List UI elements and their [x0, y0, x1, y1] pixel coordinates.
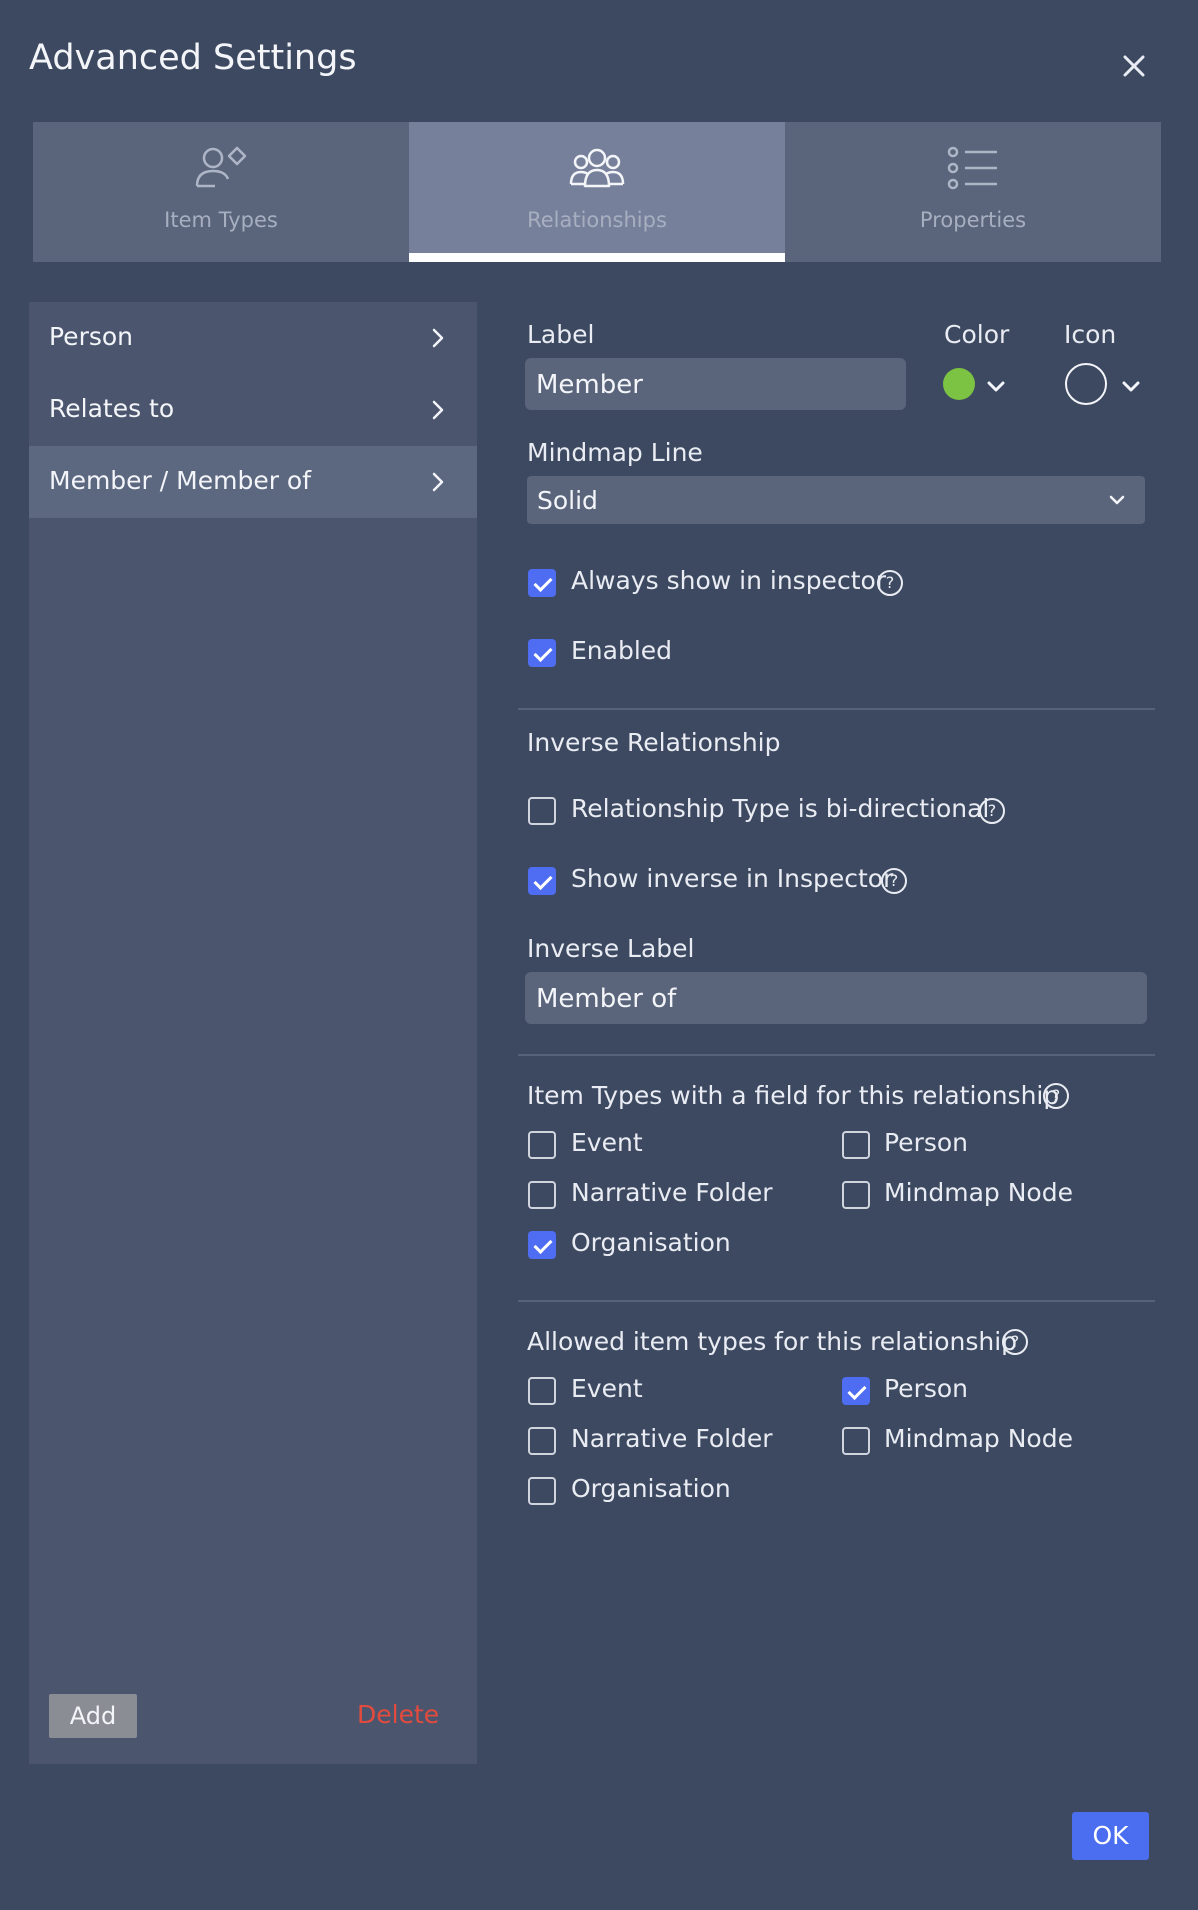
list-item-label: Relates to — [49, 394, 175, 423]
relationship-item-relates-to[interactable]: Relates to — [29, 374, 477, 446]
color-heading: Color — [944, 320, 1010, 349]
inverse-relationship-heading: Inverse Relationship — [527, 728, 781, 757]
field-type-person-checkbox[interactable] — [842, 1131, 870, 1159]
chevron-right-icon — [432, 472, 444, 492]
person-diamond-icon — [195, 146, 247, 188]
icon-chevron-down-icon[interactable] — [1120, 375, 1142, 397]
allowed-type-event-checkbox[interactable] — [528, 1377, 556, 1405]
allowed-type-mindmap-node-checkbox[interactable] — [842, 1427, 870, 1455]
label-heading: Label — [527, 320, 595, 349]
chevron-down-icon — [1109, 495, 1125, 505]
help-icon[interactable]: ? — [979, 798, 1005, 824]
dialog-title: Advanced Settings — [29, 38, 357, 78]
always-show-checkbox[interactable] — [528, 569, 556, 597]
field-type-mindmap-node-checkbox[interactable] — [842, 1181, 870, 1209]
inverse-label-input[interactable]: Member of — [525, 972, 1147, 1024]
field-type-event-label[interactable]: Event — [571, 1128, 643, 1157]
section-divider — [518, 1054, 1155, 1056]
chevron-right-icon — [432, 328, 444, 348]
icon-heading: Icon — [1064, 320, 1117, 349]
active-tab-indicator — [409, 253, 785, 262]
icon-picker-circle[interactable] — [1065, 363, 1107, 405]
inverse-label-value: Member of — [536, 984, 677, 1014]
mindmap-line-heading: Mindmap Line — [527, 438, 703, 467]
delete-button[interactable]: Delete — [357, 1700, 439, 1729]
allowed-type-mindmap-node-label[interactable]: Mindmap Node — [884, 1424, 1073, 1453]
help-icon[interactable]: ? — [1043, 1083, 1069, 1109]
tab-properties-label: Properties — [919, 208, 1027, 232]
mindmap-line-select[interactable]: Solid — [527, 476, 1145, 524]
relationship-item-person[interactable]: Person — [29, 302, 477, 374]
people-group-icon — [569, 148, 625, 188]
chevron-right-icon — [432, 400, 444, 420]
section-divider — [518, 1300, 1155, 1302]
field-type-person-label[interactable]: Person — [884, 1128, 968, 1157]
list-item-label: Member / Member of — [49, 466, 312, 495]
list-item-label: Person — [49, 322, 134, 351]
field-type-organisation-checkbox[interactable] — [528, 1231, 556, 1259]
allowed-type-narrative-folder-label[interactable]: Narrative Folder — [571, 1424, 773, 1453]
label-input[interactable]: Member — [525, 358, 906, 410]
tab-relationships[interactable]: Relationships — [409, 122, 785, 262]
help-icon[interactable]: ? — [1002, 1329, 1028, 1355]
show-inverse-checkbox[interactable] — [528, 867, 556, 895]
help-icon[interactable]: ? — [877, 570, 903, 596]
always-show-label[interactable]: Always show in inspector — [571, 566, 886, 595]
tab-relationships-label: Relationships — [527, 208, 667, 232]
allowed-type-person-checkbox[interactable] — [842, 1377, 870, 1405]
enabled-label[interactable]: Enabled — [571, 636, 672, 665]
advanced-settings-dialog: Advanced Settings Item Types Relationshi… — [0, 0, 1198, 1910]
inverse-label-heading: Inverse Label — [527, 934, 695, 963]
color-chevron-down-icon[interactable] — [985, 375, 1007, 397]
field-type-event-checkbox[interactable] — [528, 1131, 556, 1159]
label-input-value: Member — [536, 370, 643, 400]
color-swatch[interactable] — [943, 368, 975, 400]
field-type-organisation-label[interactable]: Organisation — [571, 1228, 731, 1257]
add-button[interactable]: Add — [49, 1694, 137, 1738]
bidirectional-label[interactable]: Relationship Type is bi-directional — [571, 794, 989, 823]
allowed-type-person-label[interactable]: Person — [884, 1374, 968, 1403]
allowed-type-organisation-label[interactable]: Organisation — [571, 1474, 731, 1503]
tab-properties[interactable]: Properties — [785, 122, 1161, 262]
enabled-checkbox[interactable] — [528, 639, 556, 667]
relationship-list-panel: Person Relates to Member / Member of Add… — [29, 302, 477, 1764]
allowed-type-organisation-checkbox[interactable] — [528, 1477, 556, 1505]
relationship-item-member[interactable]: Member / Member of — [29, 446, 477, 518]
allowed-type-event-label[interactable]: Event — [571, 1374, 643, 1403]
allowed-types-heading: Allowed item types for this relationship — [527, 1327, 1018, 1356]
list-icon — [947, 146, 997, 190]
section-divider — [518, 708, 1155, 710]
mindmap-line-value: Solid — [537, 486, 598, 515]
bidirectional-checkbox[interactable] — [528, 797, 556, 825]
tab-bar: Item Types Relationships Properties — [33, 122, 1161, 262]
field-type-narrative-folder-label[interactable]: Narrative Folder — [571, 1178, 773, 1207]
allowed-type-narrative-folder-checkbox[interactable] — [528, 1427, 556, 1455]
close-icon[interactable] — [1118, 50, 1150, 82]
tab-item-types-label: Item Types — [164, 208, 278, 232]
field-type-narrative-folder-checkbox[interactable] — [528, 1181, 556, 1209]
show-inverse-label[interactable]: Show inverse in Inspector — [571, 864, 893, 893]
tab-item-types[interactable]: Item Types — [33, 122, 409, 262]
ok-button[interactable]: OK — [1072, 1812, 1149, 1860]
field-types-heading: Item Types with a field for this relatio… — [527, 1081, 1060, 1110]
field-type-mindmap-node-label[interactable]: Mindmap Node — [884, 1178, 1073, 1207]
help-icon[interactable]: ? — [881, 868, 907, 894]
